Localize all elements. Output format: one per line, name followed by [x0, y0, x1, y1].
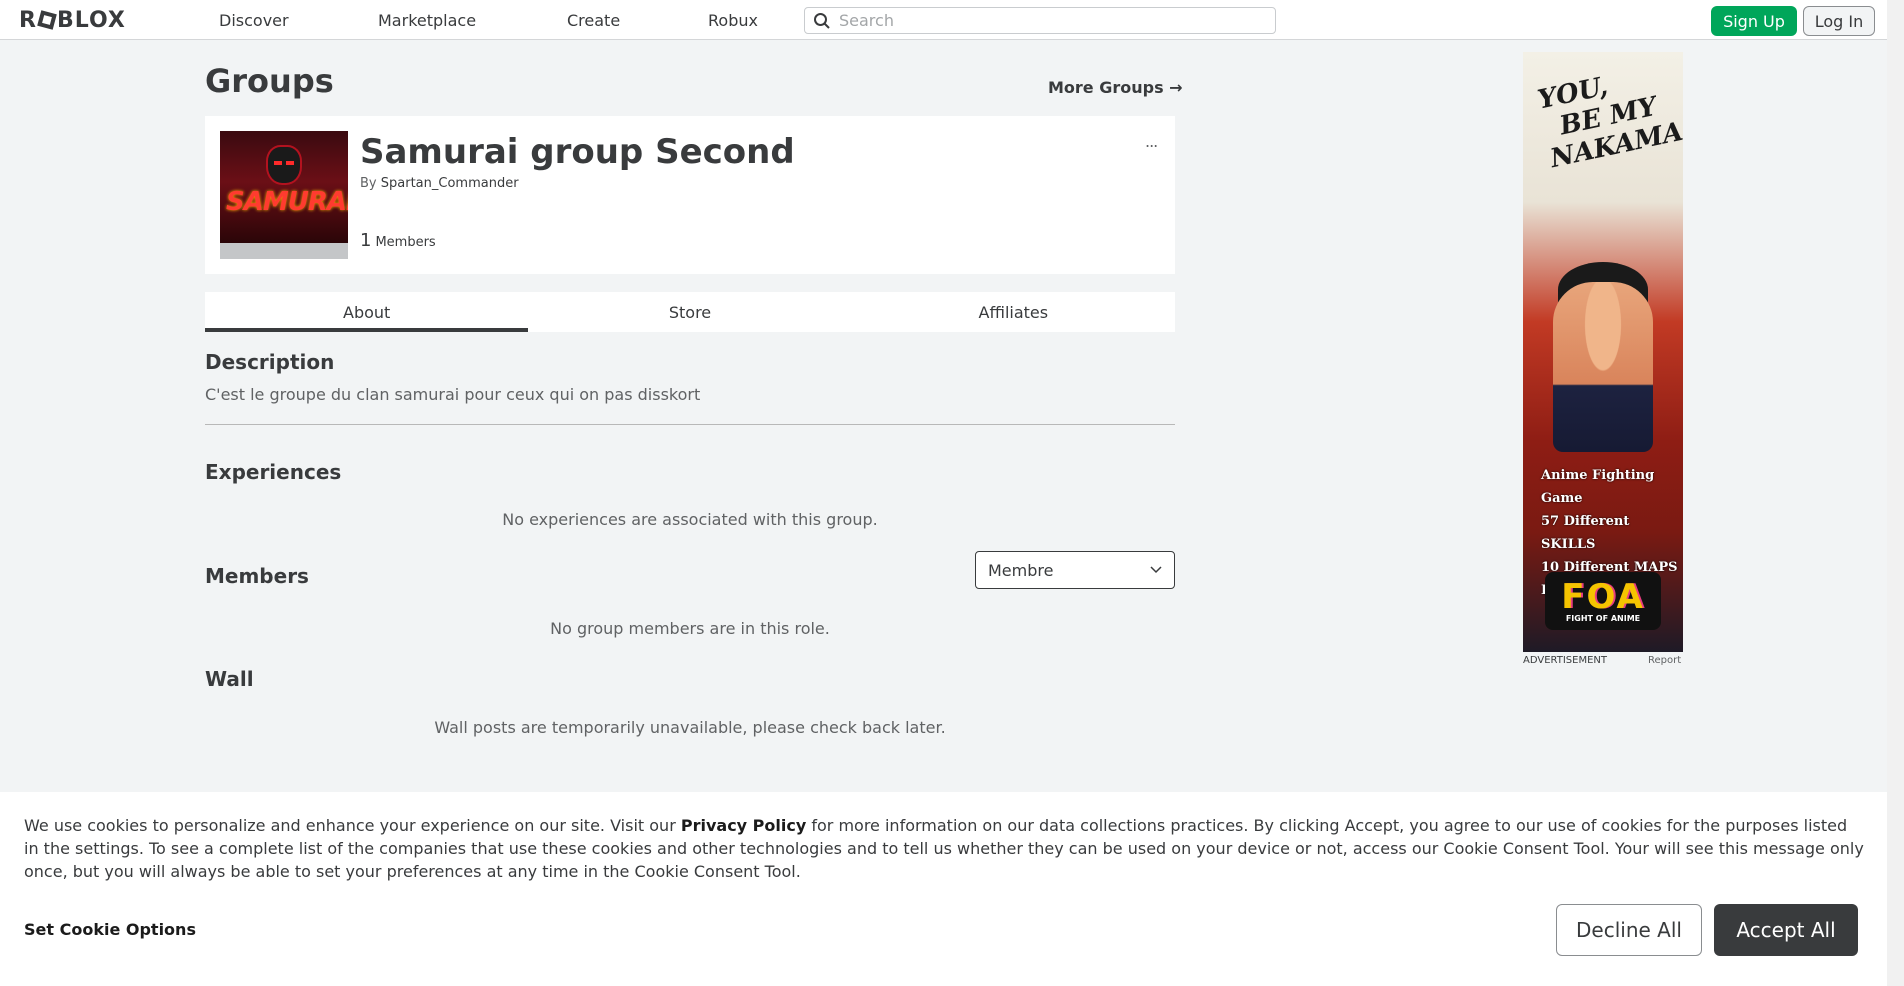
more-groups-link[interactable]: More Groups → — [1048, 78, 1183, 97]
role-dropdown-value: Membre — [988, 560, 1054, 580]
emblem-logo-text: SAMURAI — [226, 187, 348, 217]
ad-character-image — [1553, 282, 1653, 452]
ad-report-link[interactable]: Report — [1648, 655, 1681, 666]
page-scrollbar[interactable] — [1887, 0, 1904, 986]
privacy-policy-link[interactable]: Privacy Policy — [681, 816, 806, 835]
decline-all-button[interactable]: Decline All — [1556, 904, 1702, 956]
page-title: Groups — [205, 62, 334, 100]
description-heading: Description — [205, 350, 335, 374]
nav-robux[interactable]: Robux — [708, 11, 758, 30]
experiences-heading: Experiences — [205, 460, 342, 484]
members-heading: Members — [205, 564, 309, 588]
member-count: 1 Members — [360, 230, 436, 251]
member-count-label: Members — [375, 235, 436, 250]
wall-heading: Wall — [205, 667, 254, 691]
nav-discover[interactable]: Discover — [219, 11, 289, 30]
advertisement-label: ADVERTISEMENT — [1523, 655, 1608, 666]
search-input[interactable] — [839, 11, 1259, 30]
set-cookie-options-link[interactable]: Set Cookie Options — [24, 920, 196, 939]
group-tabs: About Store Affiliates — [205, 292, 1175, 332]
sign-up-button[interactable]: Sign Up — [1711, 6, 1797, 36]
section-divider — [205, 424, 1175, 425]
cookie-message: We use cookies to personalize and enhanc… — [24, 816, 1864, 881]
cookie-banner: We use cookies to personalize and enhanc… — [0, 792, 1887, 986]
more-options-icon[interactable]: ... — [1145, 132, 1158, 151]
wall-unavailable-message: Wall posts are temporarily unavailable, … — [434, 718, 946, 737]
group-owner: By Spartan_Commander — [360, 176, 519, 191]
group-emblem-image: SAMURAI — [220, 131, 348, 259]
top-navigation-bar: R BLOX Discover Marketplace Create Robux … — [0, 0, 1904, 40]
member-count-value: 1 — [360, 230, 372, 251]
nav-marketplace[interactable]: Marketplace — [378, 11, 476, 30]
log-in-button[interactable]: Log In — [1803, 6, 1875, 36]
nav-create[interactable]: Create — [567, 11, 620, 30]
experiences-empty-message: No experiences are associated with this … — [502, 510, 878, 529]
members-empty-message: No group members are in this role. — [550, 619, 830, 638]
tab-store[interactable]: Store — [528, 292, 851, 332]
group-name: Samurai group Second — [360, 132, 795, 172]
search-icon — [814, 12, 830, 29]
search-box[interactable] — [804, 7, 1276, 34]
chevron-down-icon — [1150, 566, 1162, 574]
group-description: C'est le groupe du clan samurai pour ceu… — [205, 385, 701, 404]
group-header-card: SAMURAI Samurai group Second By Spartan_… — [205, 116, 1175, 274]
tab-affiliates[interactable]: Affiliates — [852, 292, 1175, 332]
tab-about[interactable]: About — [205, 292, 529, 332]
ad-brand-logo: FOA FIGHT OF ANIME — [1545, 572, 1661, 630]
role-dropdown[interactable]: Membre — [975, 551, 1175, 589]
owner-prefix: By — [360, 176, 377, 191]
ad-headline: YOU, BE MY NAKAMA! — [1535, 71, 1683, 175]
accept-all-button[interactable]: Accept All — [1714, 904, 1858, 956]
owner-link[interactable]: Spartan_Commander — [381, 176, 519, 191]
advertisement-banner[interactable]: YOU, BE MY NAKAMA! Anime Fighting Game 5… — [1523, 52, 1683, 652]
roblox-logo[interactable]: R BLOX — [19, 8, 126, 33]
